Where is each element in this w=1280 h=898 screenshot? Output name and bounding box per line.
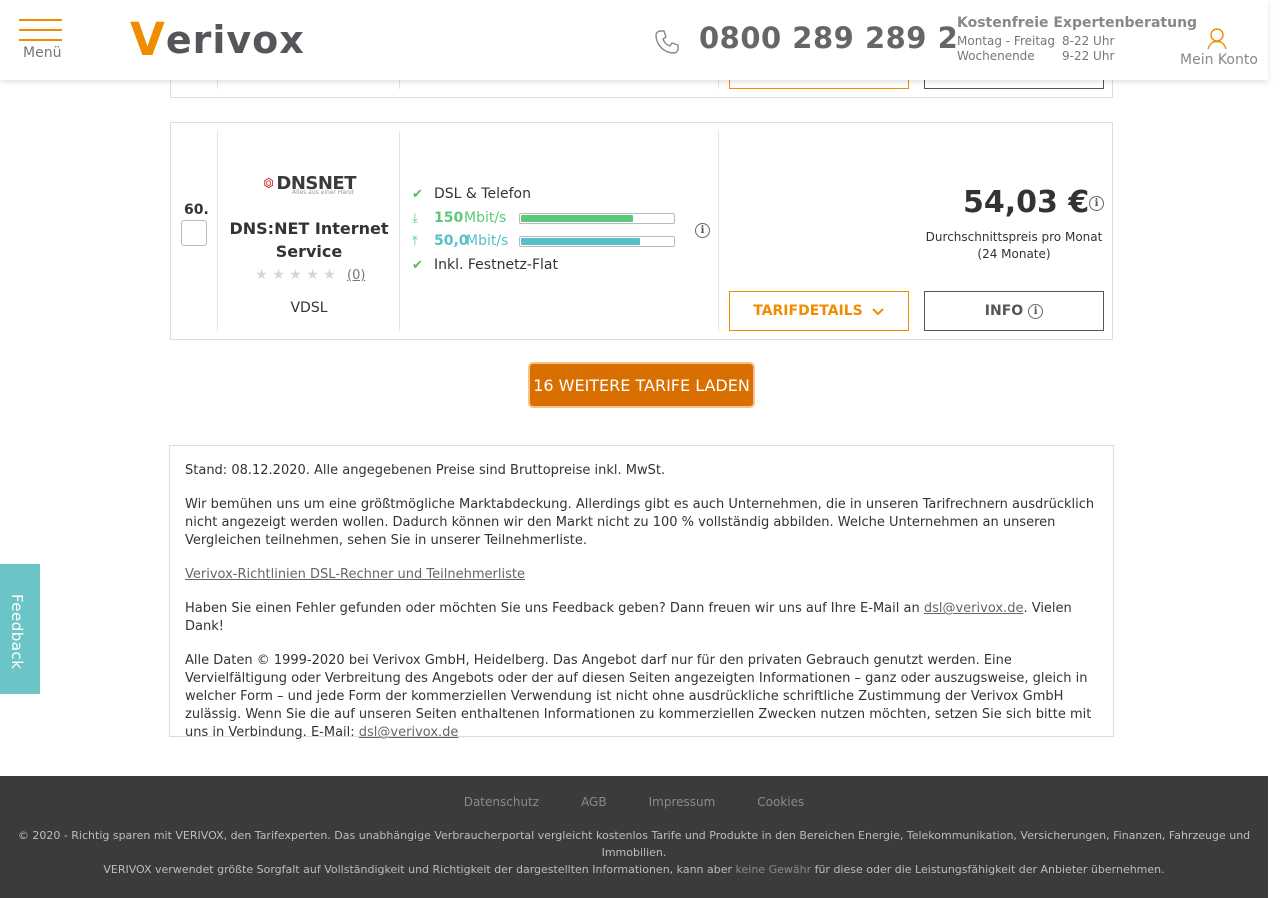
menu-button[interactable]: Menü <box>19 19 63 65</box>
footer-text: © 2020 - Richtig sparen mit VERIVOX, den… <box>0 827 1268 878</box>
provider-logo-tagline: Alles aus einer Hand <box>292 189 354 196</box>
footer-line-start: VERIVOX verwendet größte Sorgfalt auf Vo… <box>103 863 736 876</box>
no-warranty-link[interactable]: keine Gewähr <box>736 863 812 876</box>
hours-days: Montag - Freitag <box>957 34 1056 48</box>
upload-speed-bar <box>519 236 675 247</box>
my-account-button[interactable]: Mein Konto <box>1180 26 1258 68</box>
hours-time: 8-22 Uhr <box>1062 34 1115 48</box>
site-header: Menü Verivox 0800 289 289 2 Kostenfreie … <box>0 0 1268 80</box>
download-speed: ⤓ 150 Mbit/s <box>412 210 675 226</box>
divider <box>718 131 719 331</box>
feature-text: Inkl. Festnetz-Flat <box>434 257 558 273</box>
hamburger-icon <box>19 19 62 21</box>
upload-speed-fill <box>521 238 640 245</box>
disclaimer-paragraph: Verivox-Richtlinien DSL-Rechner und Teil… <box>185 566 1098 584</box>
feedback-label: Feedback <box>8 594 26 670</box>
hamburger-icon-bar <box>19 29 62 31</box>
hours-days: Wochenende <box>957 49 1035 63</box>
disclaimer-paragraph: Wir bemühen uns um eine größtmögliche Ma… <box>185 497 1095 548</box>
download-speed-bar <box>519 213 675 224</box>
verivox-logo[interactable]: Verivox <box>130 13 305 66</box>
price-label-line: (24 Monate) <box>977 247 1051 261</box>
footer-link-cookies[interactable]: Cookies <box>757 795 804 809</box>
phone-icon <box>655 30 679 54</box>
price: 54,03 € <box>963 185 1090 220</box>
disclaimer-paragraph: Stand: 08.12.2020. Alle angegebenen Prei… <box>185 463 666 478</box>
upload-value: 50,0 <box>434 233 469 249</box>
info-icon[interactable]: i <box>1089 196 1104 211</box>
footer-line: © 2020 - Richtig sparen mit VERIVOX, den… <box>17 829 1251 859</box>
star-icon: ★ <box>306 267 319 283</box>
tariff-rank: 60. <box>184 202 209 218</box>
download-speed-fill <box>521 215 634 222</box>
info-button[interactable]: INFO i <box>924 291 1104 331</box>
provider-logo-mark <box>264 177 274 189</box>
info-icon: i <box>1028 303 1044 319</box>
price-label: Durchschnittspreis pro Monat (24 Monate) <box>919 229 1109 263</box>
info-icon[interactable]: i <box>695 223 710 238</box>
user-icon <box>1207 28 1227 50</box>
feature-item: ✔ DSL & Telefon <box>412 186 531 202</box>
star-icon: ★ <box>272 267 285 283</box>
hours-time: 9-22 Uhr <box>1062 49 1115 63</box>
footer-links: Datenschutz AGB Impressum Cookies <box>0 795 1268 809</box>
info-label: INFO <box>984 303 1024 319</box>
tariff-card: 60. DNSNET Alles aus einer Hand DNS:NET … <box>170 122 1113 340</box>
rating-stars: ★ ★ ★ ★ ★ <box>253 267 338 283</box>
provider-logo: DNSNET Alles aus einer Hand <box>264 168 356 198</box>
footer-line: VERIVOX verwendet größte Sorgfalt auf Vo… <box>0 861 1268 878</box>
email-link[interactable]: dsl@verivox.de <box>924 601 1024 616</box>
disclaimer-box: Stand: 08.12.2020. Alle angegebenen Prei… <box>169 445 1114 740</box>
logo-text: erivox <box>165 18 305 62</box>
hotline-number[interactable]: 0800 289 289 2 <box>699 21 958 55</box>
disclaimer-paragraph: Alle Daten © 1999-2020 bei Verivox GmbH,… <box>185 652 1098 742</box>
footer-link-agb[interactable]: AGB <box>581 795 607 809</box>
expert-title: Kostenfreie Expertenberatung <box>957 15 1198 31</box>
copyright-text: Alle Daten © 1999-2020 bei Verivox GmbH,… <box>185 653 1092 740</box>
footer-link-datenschutz[interactable]: Datenschutz <box>464 795 539 809</box>
details-label: TARIFDETAILS <box>753 303 863 319</box>
divider <box>217 131 218 331</box>
feedback-tab[interactable]: Feedback <box>0 564 40 694</box>
feedback-text: Haben Sie einen Fehler gefunden oder möc… <box>185 601 924 616</box>
footer-line-end: für diese oder die Leistungsfähigkeit de… <box>811 863 1165 876</box>
disclaimer-paragraph: Haben Sie einen Fehler gefunden oder möc… <box>185 600 1098 636</box>
compare-checkbox[interactable] <box>181 220 207 246</box>
account-label: Mein Konto <box>1180 52 1258 68</box>
star-icon: ★ <box>289 267 302 283</box>
provider-name: DNS:NET Internet Service <box>229 219 389 261</box>
download-arrow-icon: ⤓ <box>412 210 418 226</box>
price-label-line: Durchschnittspreis pro Monat <box>925 230 1103 244</box>
feature-text: DSL & Telefon <box>434 186 531 202</box>
expert-advice: Kostenfreie Expertenberatung Montag - Fr… <box>957 15 1197 63</box>
star-icon: ★ <box>323 267 336 283</box>
chevron-down-icon <box>872 308 884 316</box>
review-count-link[interactable]: (0) <box>347 268 365 283</box>
download-unit: Mbit/s <box>464 210 507 226</box>
divider <box>399 131 400 331</box>
download-value: 150 <box>434 210 464 226</box>
technology-label: VDSL <box>290 300 328 316</box>
upload-arrow-icon: ⤒ <box>412 233 418 249</box>
upload-speed: ⤒ 50,0 Mbit/s <box>412 233 675 249</box>
hours-row: Wochenende 9-22 Uhr <box>957 49 1197 63</box>
email-link[interactable]: dsl@verivox.de <box>359 725 459 740</box>
menu-label: Menü <box>23 45 62 61</box>
hours-row: Montag - Freitag 8-22 Uhr <box>957 34 1197 48</box>
guidelines-link[interactable]: Verivox-Richtlinien DSL-Rechner und Teil… <box>185 567 525 582</box>
upload-unit: Mbit/s <box>466 233 509 249</box>
site-footer: Datenschutz AGB Impressum Cookies © 2020… <box>0 776 1268 898</box>
check-icon: ✔ <box>412 186 423 202</box>
check-icon: ✔ <box>412 257 423 273</box>
footer-link-impressum[interactable]: Impressum <box>649 795 716 809</box>
tariff-details-button[interactable]: TARIFDETAILS <box>729 291 909 331</box>
feature-item: ✔ Inkl. Festnetz-Flat <box>412 257 558 273</box>
load-more-button[interactable]: 16 WEITERE TARIFE LADEN <box>530 364 753 406</box>
logo-initial: V <box>130 13 165 66</box>
hamburger-icon-bar <box>19 39 62 41</box>
star-icon: ★ <box>255 267 268 283</box>
